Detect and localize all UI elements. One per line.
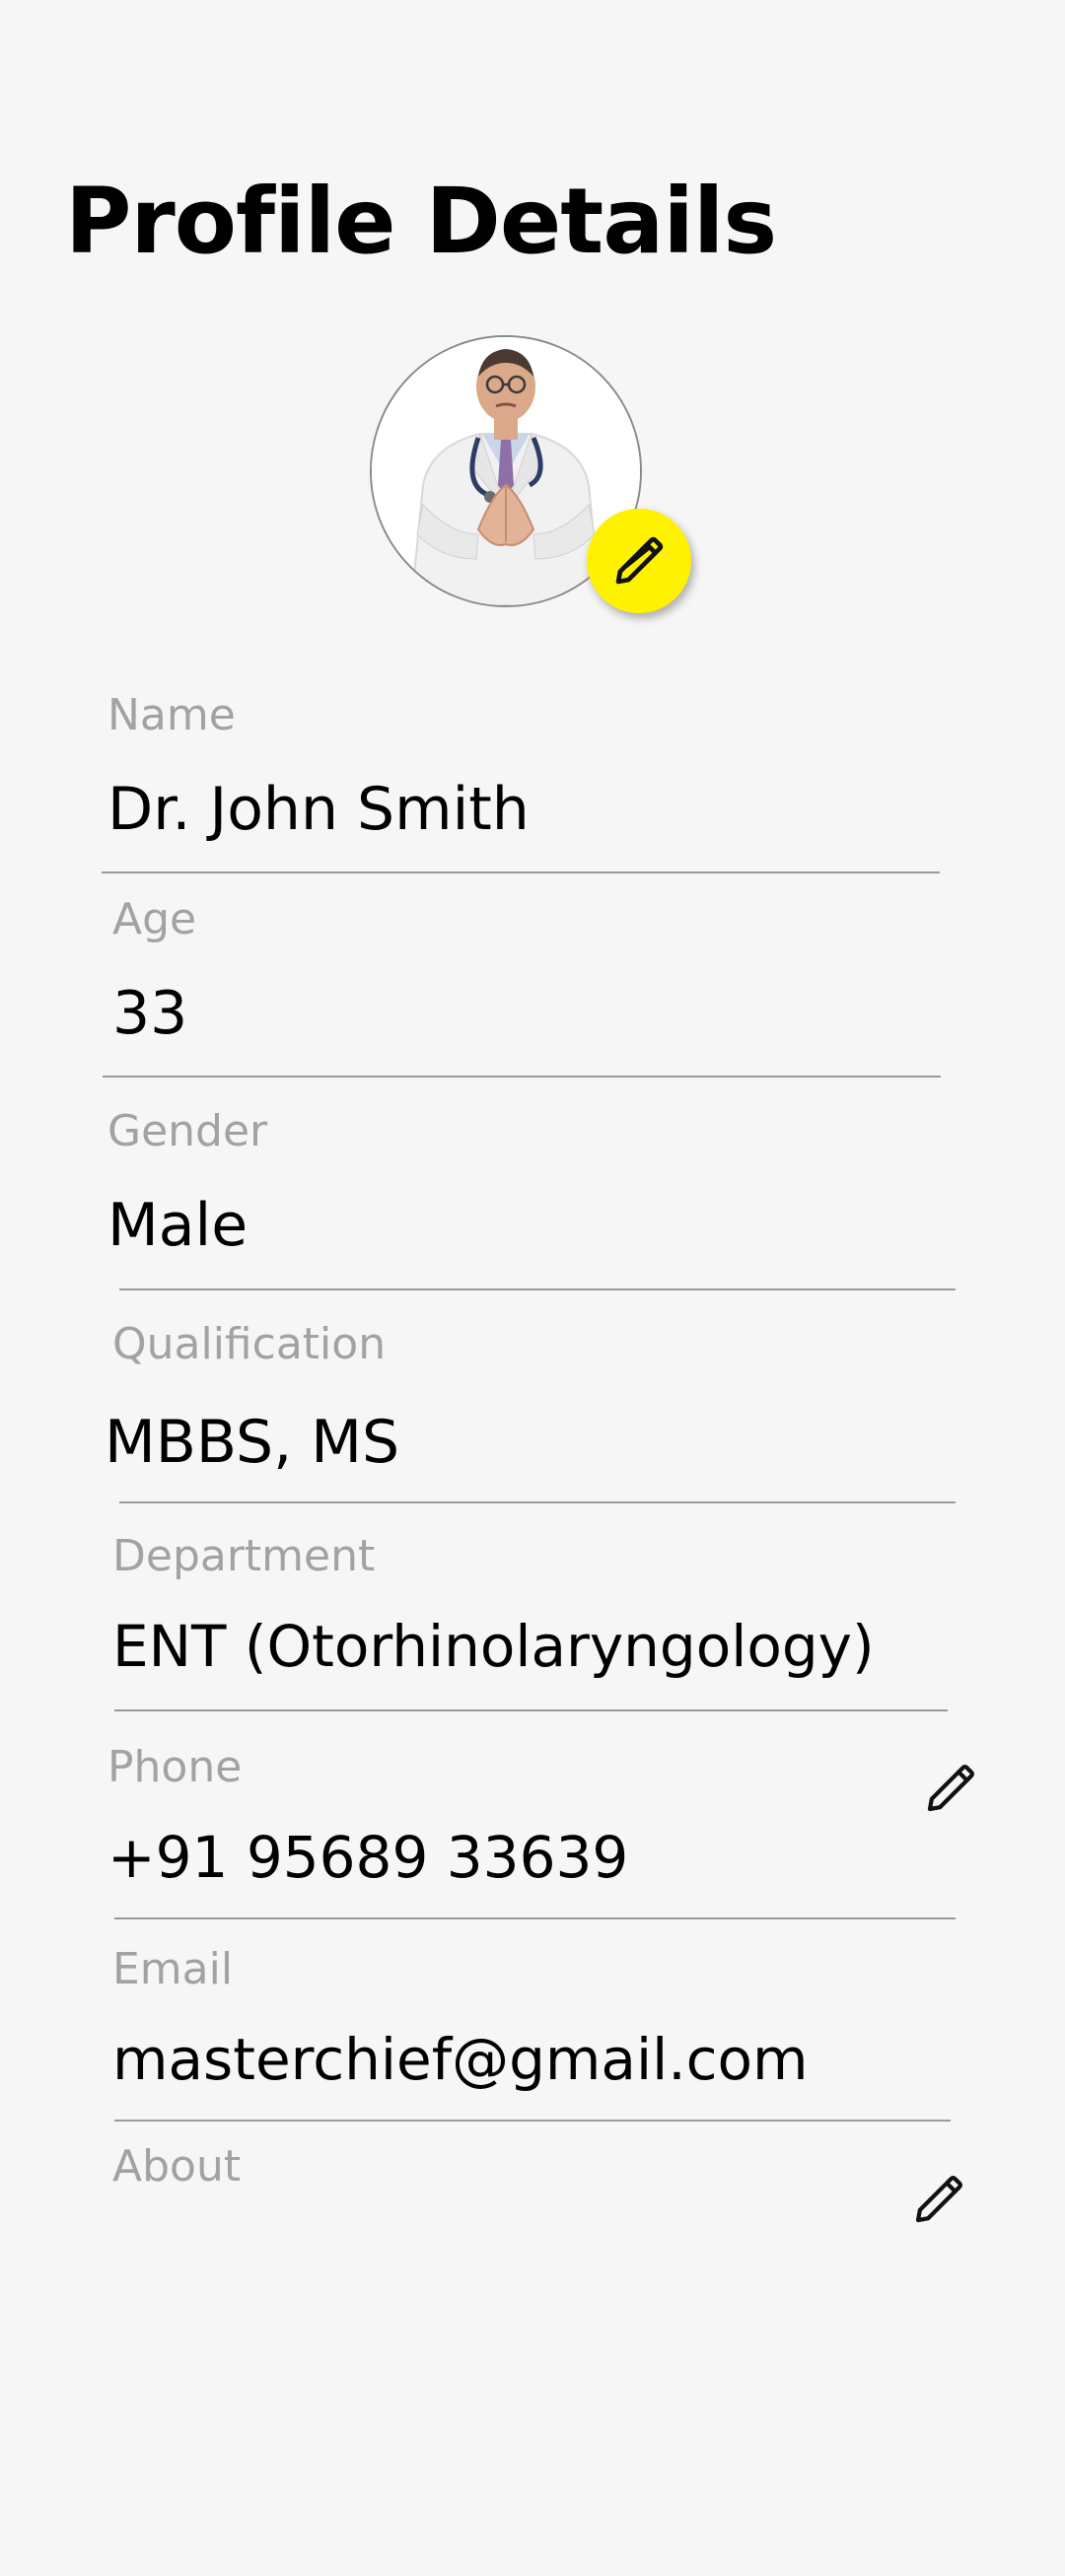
department-divider — [114, 1709, 948, 1711]
phone-divider — [114, 1917, 956, 1919]
about-field[interactable]: About — [106, 2141, 960, 2260]
avatar-edit-button[interactable] — [587, 509, 691, 613]
age-label: Age — [112, 894, 197, 944]
phone-value: +91 95689 33639 — [107, 1824, 629, 1891]
name-field[interactable]: Name Dr. John Smith — [102, 690, 940, 877]
email-field[interactable]: Email masterchief@gmail.com — [106, 1944, 951, 2131]
email-label: Email — [112, 1944, 234, 1994]
gender-divider — [119, 1288, 956, 1290]
about-edit-pencil-icon[interactable] — [911, 2172, 966, 2227]
age-divider — [103, 1076, 941, 1078]
gender-label: Gender — [107, 1106, 268, 1156]
phone-label: Phone — [107, 1742, 243, 1792]
phone-field[interactable]: Phone +91 95689 33639 — [102, 1742, 956, 1929]
page-title: Profile Details — [65, 169, 777, 274]
age-field[interactable]: Age 33 — [103, 894, 941, 1081]
qualification-value: MBBS, MS — [105, 1408, 400, 1477]
phone-edit-pencil-icon[interactable] — [923, 1761, 978, 1816]
email-value: masterchief@gmail.com — [112, 2026, 809, 2093]
gender-value: Male — [107, 1191, 248, 1260]
qualification-label: Qualification — [112, 1319, 387, 1369]
email-divider — [114, 2120, 951, 2122]
about-label: About — [112, 2141, 242, 2192]
name-label: Name — [107, 690, 236, 740]
pencil-icon — [615, 536, 664, 585]
age-value: 33 — [112, 979, 188, 1048]
department-label: Department — [112, 1531, 376, 1581]
qualification-field[interactable]: Qualification MBBS, MS — [105, 1319, 956, 1506]
qualification-divider — [119, 1501, 956, 1503]
department-value: ENT (Otorhinolaryngology) — [112, 1613, 875, 1680]
name-value: Dr. John Smith — [107, 775, 530, 844]
name-divider — [102, 871, 940, 873]
department-field[interactable]: Department ENT (Otorhinolaryngology) — [106, 1531, 948, 1718]
gender-field[interactable]: Gender Male — [102, 1106, 956, 1293]
